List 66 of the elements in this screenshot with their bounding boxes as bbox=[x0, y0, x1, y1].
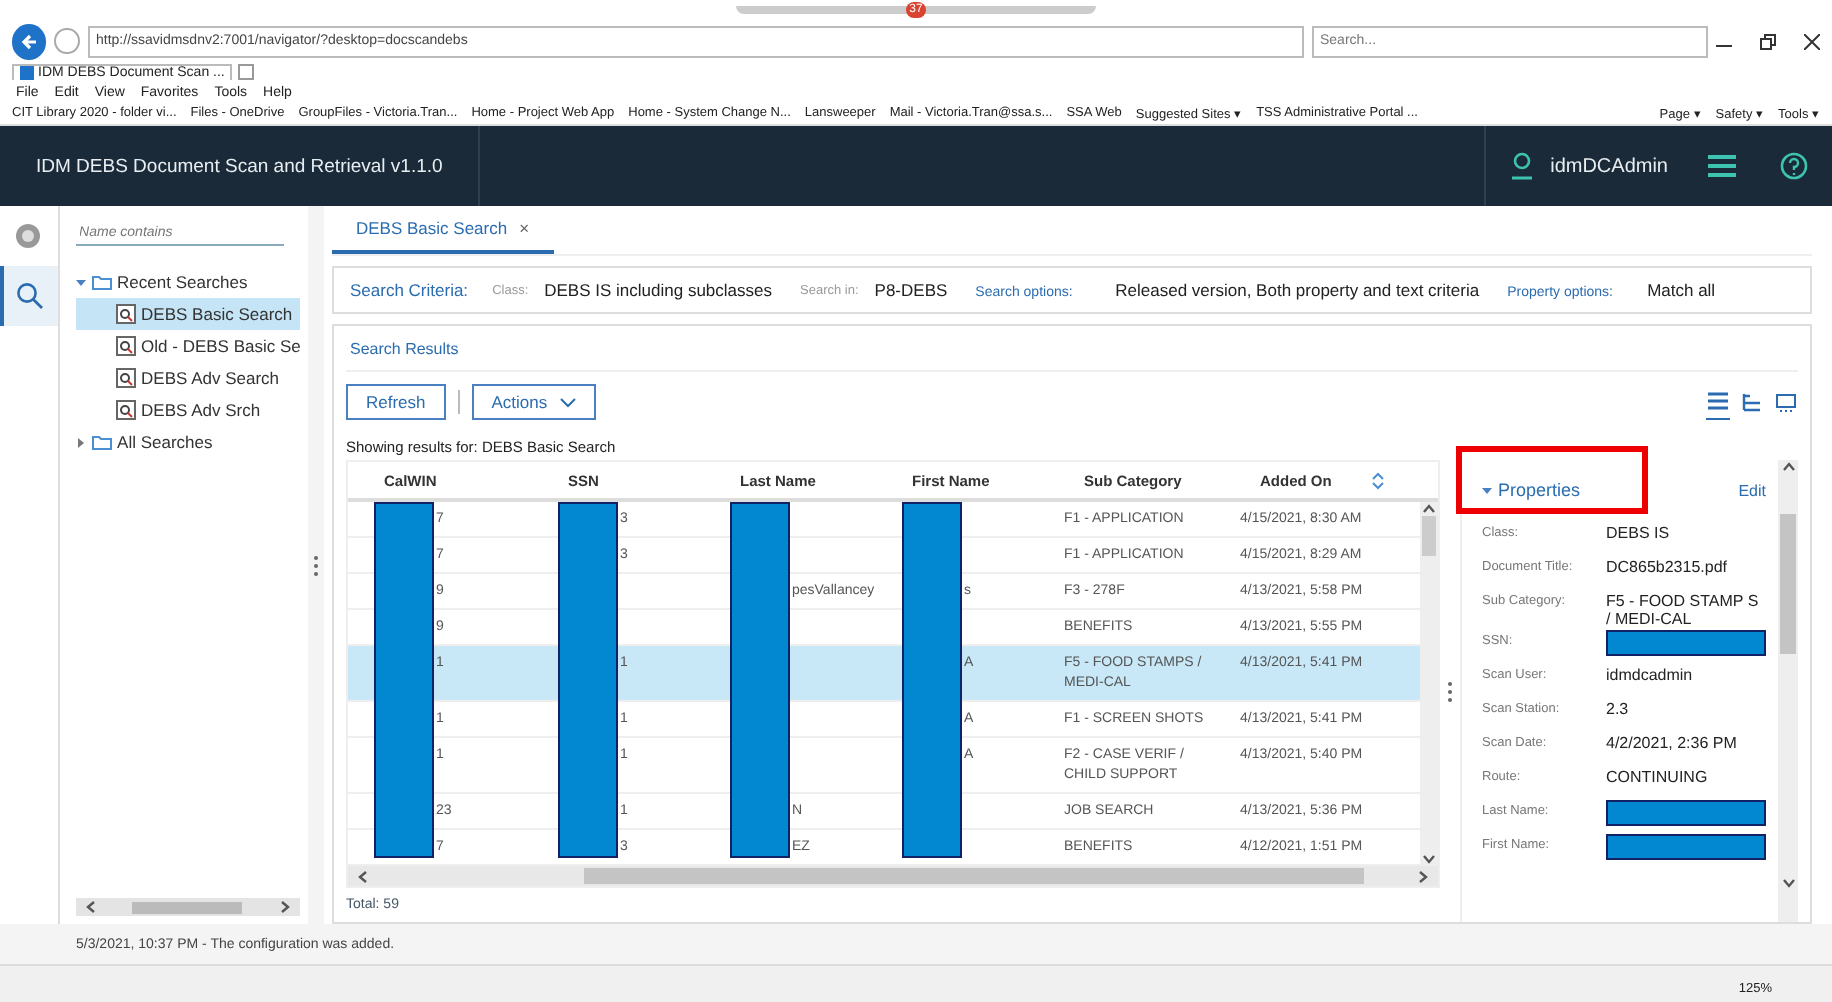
refresh-button[interactable]: Refresh bbox=[346, 384, 446, 420]
vertical-scrollbar[interactable] bbox=[1420, 502, 1438, 866]
restore-icon[interactable] bbox=[1760, 33, 1776, 49]
search-tab[interactable]: DEBS Basic Search × bbox=[332, 206, 554, 255]
scroll-left-icon[interactable] bbox=[356, 869, 370, 883]
back-arrow-icon bbox=[19, 31, 40, 51]
search-document-icon bbox=[115, 400, 136, 420]
splitter-handle-icon[interactable] bbox=[1448, 681, 1452, 701]
search-document-icon bbox=[115, 336, 136, 356]
vertical-scrollbar[interactable] bbox=[1778, 460, 1798, 922]
actions-dropdown[interactable]: Actions bbox=[471, 384, 596, 420]
scroll-thumb[interactable] bbox=[583, 868, 1363, 884]
splitter-handle-icon[interactable] bbox=[314, 555, 319, 575]
search-icon[interactable] bbox=[16, 282, 45, 310]
property-value: F5 - FOOD STAMP S / MEDI-CAL bbox=[1606, 590, 1761, 628]
results-heading: Search Results bbox=[350, 339, 459, 357]
criteria-value: P8-DEBS bbox=[874, 280, 948, 301]
folder-icon bbox=[91, 434, 112, 450]
tree-folder[interactable]: All Searches bbox=[75, 426, 301, 458]
edit-link[interactable]: Edit bbox=[1738, 481, 1766, 499]
help-icon[interactable] bbox=[1780, 152, 1808, 180]
criteria-value: DEBS IS including subclasses bbox=[544, 280, 772, 301]
folder-icon bbox=[91, 274, 112, 290]
scroll-down-icon[interactable] bbox=[1422, 852, 1436, 866]
property-value: 2.3 bbox=[1606, 698, 1631, 718]
expand-caret-icon[interactable] bbox=[75, 437, 86, 447]
close-icon[interactable] bbox=[1804, 33, 1820, 49]
property-value: CONTINUING bbox=[1606, 766, 1710, 786]
saved-search-item[interactable]: Old - DEBS Basic Se bbox=[75, 330, 301, 362]
search-document-icon bbox=[115, 304, 136, 324]
menu-icon[interactable] bbox=[1708, 154, 1736, 178]
horizontal-scrollbar[interactable] bbox=[75, 898, 301, 916]
scroll-left-icon[interactable] bbox=[83, 900, 98, 914]
scroll-thumb[interactable] bbox=[1780, 514, 1796, 654]
property-value: DC865b2315.pdf bbox=[1606, 556, 1729, 576]
caret-icon bbox=[559, 397, 576, 407]
property-value: DEBS IS bbox=[1606, 522, 1672, 542]
user-name[interactable]: idmDCAdmin bbox=[1550, 155, 1668, 177]
property-value: idmdcadmin bbox=[1606, 664, 1695, 684]
horizontal-scrollbar[interactable] bbox=[348, 866, 1438, 886]
scroll-up-icon[interactable] bbox=[1422, 502, 1436, 516]
user-icon[interactable] bbox=[1510, 152, 1535, 180]
caret-icon[interactable] bbox=[1482, 485, 1492, 495]
saved-search-item[interactable]: DEBS Adv Srch bbox=[75, 394, 301, 426]
page-icon bbox=[20, 66, 34, 80]
scroll-down-icon[interactable] bbox=[1781, 876, 1795, 890]
back-button[interactable] bbox=[12, 23, 47, 59]
scroll-up-icon[interactable] bbox=[1781, 460, 1795, 474]
logo-icon[interactable] bbox=[14, 222, 43, 250]
scroll-right-icon[interactable] bbox=[1416, 869, 1430, 883]
tree-folder[interactable]: Recent Searches bbox=[75, 266, 301, 298]
saved-search-item[interactable]: DEBS Adv Search bbox=[75, 362, 301, 394]
scroll-thumb[interactable] bbox=[132, 901, 243, 913]
close-tab-icon[interactable]: × bbox=[519, 218, 530, 239]
sort-icon[interactable] bbox=[1371, 471, 1384, 489]
properties-toggle[interactable]: Properties bbox=[1482, 480, 1581, 500]
collapse-caret-icon[interactable] bbox=[75, 277, 86, 287]
scroll-thumb[interactable] bbox=[1422, 516, 1436, 556]
search-document-icon bbox=[115, 368, 136, 388]
new-tab-icon[interactable] bbox=[238, 64, 255, 80]
criteria-heading: Search Criteria: bbox=[350, 280, 469, 301]
criteria-value: Match all bbox=[1647, 280, 1716, 301]
property-value: 4/2/2021, 2:36 PM bbox=[1606, 732, 1739, 752]
saved-search-item[interactable]: DEBS Basic Search bbox=[75, 298, 301, 330]
scroll-right-icon[interactable] bbox=[278, 900, 293, 914]
criteria-value: Released version, Both property and text criteria bbox=[1115, 280, 1480, 301]
